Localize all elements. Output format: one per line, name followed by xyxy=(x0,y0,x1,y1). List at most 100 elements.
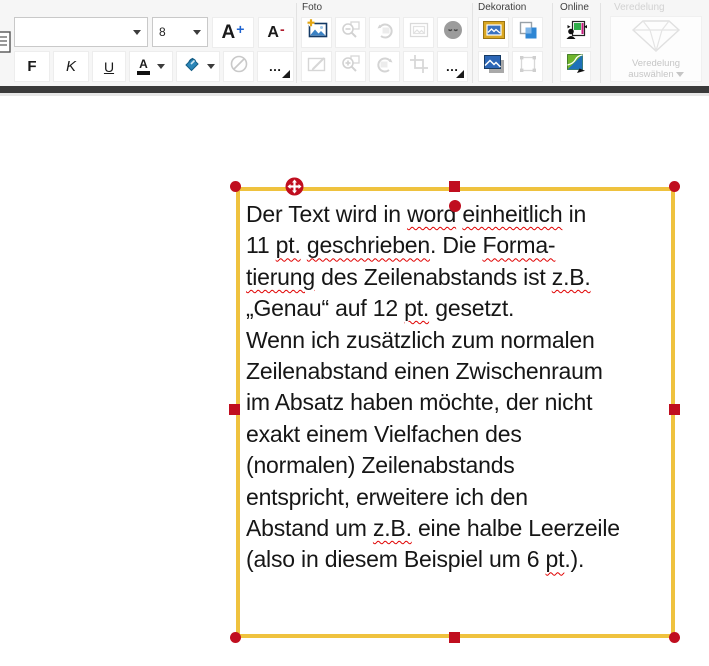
chevron-down-icon xyxy=(193,30,201,35)
zoom-out-photo-icon xyxy=(339,18,363,47)
no-style-button xyxy=(223,51,254,82)
text-line: (normalen) Zeilenabstands xyxy=(246,450,669,481)
fill-color-button[interactable] xyxy=(176,51,220,82)
text-line: Zeilenabstand einen Zwischenraum xyxy=(246,356,669,387)
add-photo-icon xyxy=(305,18,329,47)
resize-handle-top-center[interactable] xyxy=(449,181,460,192)
resize-handle-middle-left[interactable] xyxy=(229,404,240,415)
bold-button[interactable]: F xyxy=(14,51,50,82)
increase-font-size-button[interactable]: A+ xyxy=(212,17,254,48)
border-frame-icon xyxy=(516,52,540,81)
text-line: „Genau“ auf 12 pt. gesetzt. xyxy=(246,293,669,324)
map-arrow-icon xyxy=(564,52,588,81)
underline-label: U xyxy=(104,59,114,75)
more-text-options-button[interactable]: … xyxy=(257,51,294,82)
bold-label: F xyxy=(27,58,36,75)
rotate-handle[interactable] xyxy=(449,200,461,212)
veredelung-section-label: Veredelung xyxy=(614,2,665,13)
rotate-right-button xyxy=(369,17,400,48)
rotate-left-button xyxy=(369,51,400,82)
zoom-in-photo-icon xyxy=(339,52,363,81)
photo-shadow-icon xyxy=(482,52,506,81)
resize-handle-top-right[interactable] xyxy=(669,181,680,192)
online-section-label: Online xyxy=(560,2,589,13)
chevron-down-icon xyxy=(207,64,215,69)
shadow-button[interactable] xyxy=(478,51,509,82)
hide-faces-button[interactable] xyxy=(437,17,468,48)
zoom-out-photo-button xyxy=(335,17,366,48)
text-line: im Absatz haben möchte, der nicht xyxy=(246,387,669,418)
more-photo-options-button[interactable]: … xyxy=(437,51,468,82)
add-photo-button[interactable] xyxy=(301,17,332,48)
diamond-icon xyxy=(629,19,683,58)
italic-label: K xyxy=(66,58,76,75)
online-map-button[interactable] xyxy=(560,51,591,82)
chevron-down-icon xyxy=(157,64,165,69)
edit-photo-icon xyxy=(305,52,329,81)
veredelung-caption: Veredelung auswählen xyxy=(628,58,683,80)
overlapping-squares-icon xyxy=(516,18,540,47)
corner-triangle-icon xyxy=(282,70,290,78)
slideshow-person-icon xyxy=(564,18,588,47)
toolbar: 8 A+ A- F K U A xyxy=(0,0,709,86)
text-line: exakt einem Vielfachen des xyxy=(246,419,669,450)
crop-photo-button xyxy=(403,51,434,82)
separator xyxy=(600,3,601,83)
chevron-down-icon xyxy=(133,30,141,35)
text-line: Wenn ich zusätzlich zum normalen xyxy=(246,325,669,356)
framed-picture-icon xyxy=(481,18,507,47)
underline-button[interactable]: U xyxy=(92,51,126,82)
foto-section-label: Foto xyxy=(302,2,322,13)
separator xyxy=(296,3,297,83)
font-size-value: 8 xyxy=(153,25,193,39)
overlap-order-button[interactable] xyxy=(512,17,543,48)
photo-frame-button xyxy=(403,17,434,48)
rotate-left-icon xyxy=(373,52,397,81)
slash-circle-icon xyxy=(229,54,249,79)
veredelung-select-button: Veredelung auswählen xyxy=(610,16,702,82)
dekoration-section-label: Dekoration xyxy=(478,2,526,13)
rotate-right-icon xyxy=(373,18,397,47)
separator xyxy=(552,3,553,83)
toolbar-divider-bar xyxy=(0,86,709,93)
selected-text-frame[interactable]: Der Text wird in word einheitlich in11 p… xyxy=(236,187,675,638)
zoom-in-photo-button xyxy=(335,51,366,82)
text-line: tierung des Zeilenabstands ist z.B. xyxy=(246,262,669,293)
text-line: entspricht, erweitere ich den xyxy=(246,482,669,513)
font-size-select[interactable]: 8 xyxy=(152,17,208,47)
more-dots-icon: … xyxy=(269,59,283,74)
online-slideshow-button[interactable] xyxy=(560,17,591,48)
crop-icon xyxy=(407,52,431,81)
italic-button[interactable]: K xyxy=(53,51,89,82)
resize-handle-bottom-right[interactable] xyxy=(669,632,680,643)
sleepy-face-icon xyxy=(441,18,465,47)
font-smaller-label: A xyxy=(267,24,279,42)
page-canvas[interactable]: Der Text wird in word einheitlich in11 p… xyxy=(0,96,709,666)
resize-handle-bottom-center[interactable] xyxy=(449,632,460,643)
font-bigger-label: A xyxy=(222,22,236,44)
minus-icon: - xyxy=(280,21,285,37)
font-color-button[interactable]: A xyxy=(129,51,173,82)
corner-triangle-icon xyxy=(456,70,464,78)
decrease-font-size-button[interactable]: A- xyxy=(258,17,294,48)
border-button xyxy=(512,51,543,82)
move-arrows-icon xyxy=(285,177,304,196)
resize-handle-middle-right[interactable] xyxy=(669,404,680,415)
text-options-icon[interactable] xyxy=(0,29,13,60)
resize-handle-top-left[interactable] xyxy=(230,181,241,192)
paint-bucket-icon xyxy=(182,54,202,79)
font-color-icon: A xyxy=(137,58,150,75)
photo-frame-icon xyxy=(407,18,431,47)
move-handle[interactable] xyxy=(285,177,304,196)
app-window: 8 A+ A- F K U A xyxy=(0,0,709,666)
passepartout-button[interactable] xyxy=(478,17,509,48)
resize-handle-bottom-left[interactable] xyxy=(230,632,241,643)
text-line: Abstand um z.B. eine halbe Leerzeile xyxy=(246,513,669,544)
edit-photo-button xyxy=(301,51,332,82)
separator xyxy=(472,3,473,83)
text-line: 11 pt. geschrieben. Die Forma- xyxy=(246,230,669,261)
textbox-text: Der Text wird in word einheitlich in11 p… xyxy=(246,199,669,576)
font-family-select[interactable] xyxy=(14,17,148,47)
text-line: (also in diesem Beispiel um 6 pt.). xyxy=(246,544,669,575)
plus-icon: + xyxy=(236,21,244,37)
